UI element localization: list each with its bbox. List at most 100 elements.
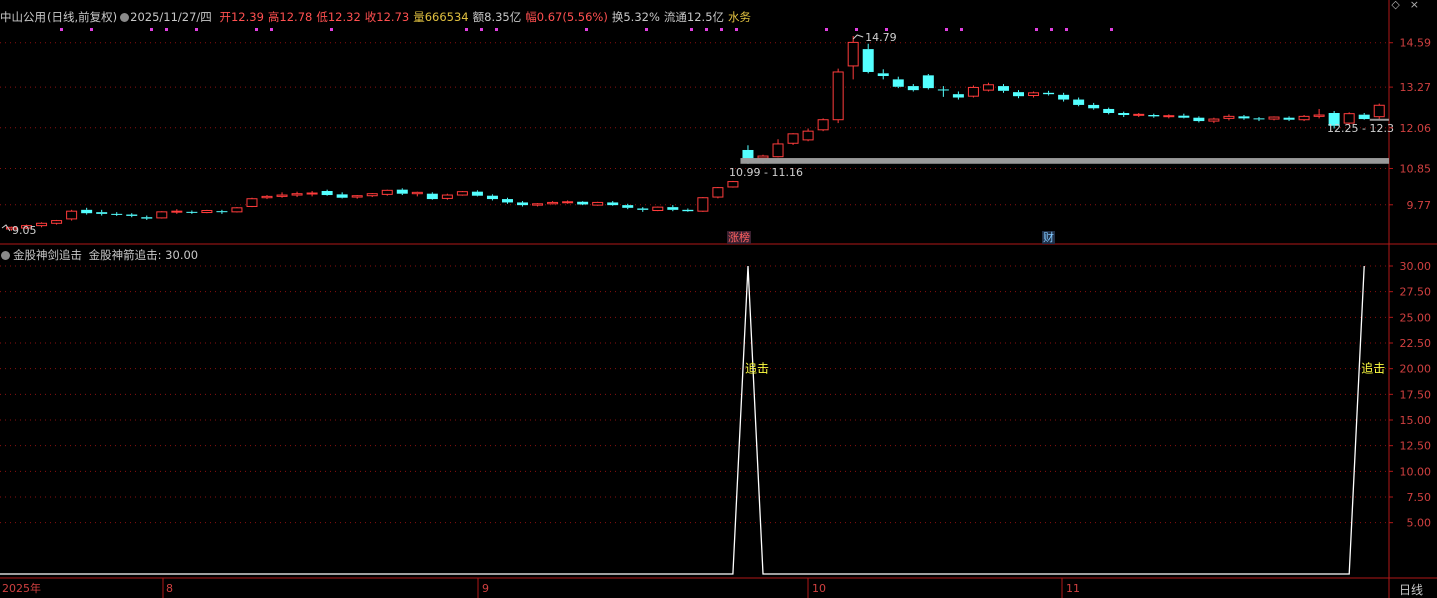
candle: [637, 207, 649, 212]
event-dot: [330, 28, 333, 31]
current-band-label: 12.25 - 12.3: [1327, 122, 1394, 135]
event-dot: [585, 28, 588, 31]
quote-field-6: 幅0.67(5.56%): [525, 10, 608, 24]
quote-field-5: 额8.35亿: [472, 10, 522, 24]
candle: [877, 69, 889, 80]
candle-body: [171, 210, 183, 213]
event-dot: [495, 28, 498, 31]
event-dot: [1050, 28, 1053, 31]
candle-body: [622, 205, 634, 208]
event-dot: [960, 28, 963, 31]
candle-body: [426, 193, 438, 200]
event-dot: [645, 28, 648, 31]
candle-body: [1118, 112, 1130, 116]
event-dot: [690, 28, 693, 31]
candle-body: [1253, 118, 1265, 120]
candle-body: [1178, 115, 1190, 118]
dropdown-circle-icon[interactable]: [120, 13, 130, 22]
high-marker: [852, 34, 864, 40]
quote-fields: 开12.39 高12.78 低12.32 收12.73 量666534 额8.35亿 幅0.…: [216, 10, 752, 24]
badge-zhangbang[interactable]: 涨榜: [727, 231, 751, 244]
event-dot: [855, 28, 858, 31]
candle: [291, 191, 303, 198]
candle: [1103, 107, 1115, 115]
candle: [1313, 108, 1325, 119]
candle-body: [967, 86, 979, 97]
candle-body: [682, 209, 694, 212]
quote-date: 2025/11/27/四: [130, 10, 212, 24]
indicator-name[interactable]: 金股神剑追击: [13, 248, 82, 262]
candle: [937, 86, 949, 97]
candle: [456, 191, 468, 196]
indicator-tick-label: 27.50: [1400, 286, 1432, 299]
quote-field-9: 水务: [728, 10, 752, 24]
candle: [186, 210, 198, 214]
timeframe-button[interactable]: 日线: [1399, 581, 1423, 598]
candle-body: [697, 197, 709, 212]
timeline-label-year: 2025年: [2, 582, 41, 595]
chart-canvas[interactable]: 10.99 - 11.16 12.25 - 12.3 14.79 9.05 追击 追击 …: [0, 0, 1437, 598]
candle-body: [366, 193, 378, 197]
axis-layer: 14.59 13.27 12.06 10.85 9.77 30.00 27.50 25.00 2…: [1389, 37, 1431, 530]
candle: [862, 43, 874, 74]
candle-body: [51, 220, 63, 224]
candle-body: [922, 75, 934, 89]
candle: [997, 84, 1009, 93]
diamond-icon[interactable]: ◇: [1391, 0, 1409, 11]
candle-body: [276, 194, 288, 197]
candle: [396, 188, 408, 196]
indicator-tick-label: 10.00: [1400, 465, 1432, 478]
stock-chart-window[interactable]: 10.99 - 11.16 12.25 - 12.3 14.79 9.05 追击 追击 …: [0, 0, 1437, 598]
candle-body: [66, 210, 78, 220]
candle: [562, 200, 574, 204]
close-icon[interactable]: ×: [1410, 0, 1429, 11]
event-dot: [150, 28, 153, 31]
candle-body: [517, 202, 529, 206]
candle-body: [1148, 115, 1160, 117]
support-band: [740, 158, 1389, 164]
candle-body: [441, 194, 453, 199]
event-dot: [825, 28, 828, 31]
candle: [697, 197, 709, 212]
indicator-title-bar: 金股神剑追击 金股神箭追击: 30.00: [0, 247, 198, 263]
badge-cai[interactable]: 财: [1042, 231, 1055, 244]
candle: [802, 128, 814, 142]
candle-body: [291, 193, 303, 196]
indicator-tick-label: 15.00: [1400, 414, 1432, 427]
stock-name[interactable]: 中山公用: [0, 10, 46, 24]
indicator-tick-label: 20.00: [1400, 363, 1432, 376]
candle: [1148, 113, 1160, 118]
event-dot: [705, 28, 708, 31]
candle: [847, 36, 859, 80]
candle-body: [1028, 92, 1040, 97]
candle: [1073, 97, 1085, 107]
candle-body: [1373, 104, 1385, 118]
event-dot: [90, 28, 93, 31]
candle-body: [592, 201, 604, 206]
signal-label: 追击: [745, 361, 769, 376]
candle: [486, 194, 498, 201]
candle: [607, 201, 619, 206]
candle: [126, 213, 138, 218]
event-dot: [945, 28, 948, 31]
candle-body: [1103, 108, 1115, 113]
candle-body: [306, 192, 318, 195]
indicator-toggle-icon[interactable]: [1, 251, 10, 260]
candle-body: [246, 198, 258, 207]
candle: [982, 82, 994, 92]
candle: [1163, 114, 1175, 119]
candle-body: [336, 194, 348, 198]
candle-body: [982, 84, 994, 91]
candle-body: [817, 119, 829, 131]
candle: [682, 208, 694, 212]
quote-field-0: 开12.39: [219, 10, 264, 24]
candle: [892, 76, 904, 89]
candle: [351, 195, 363, 199]
candle: [471, 190, 483, 197]
candle-body: [381, 189, 393, 195]
candle: [441, 193, 453, 200]
candle: [216, 209, 228, 214]
candle-body: [892, 79, 904, 87]
candle-body: [907, 86, 919, 91]
candle-body: [1013, 92, 1025, 97]
